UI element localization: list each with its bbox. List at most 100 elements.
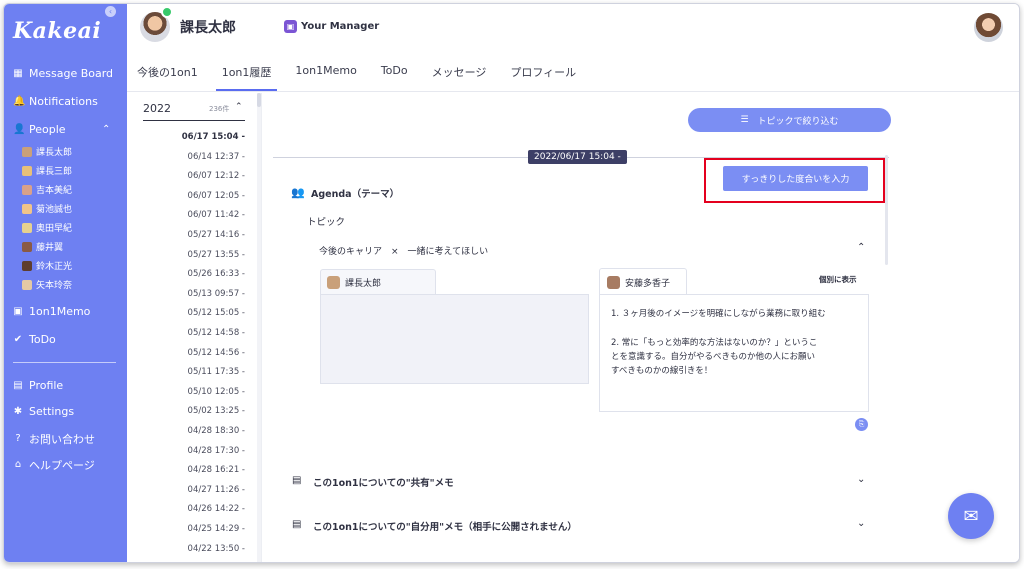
history-date-item[interactable]: 05/02 13:25 - [188,406,245,416]
history-date-item[interactable]: 06/07 12:05 - [188,191,245,201]
history-date-item[interactable]: 06/07 12:12 - [188,171,245,181]
account-avatar[interactable] [974,13,1003,42]
history-date-item[interactable]: 04/28 16:21 - [188,465,245,475]
nav-1on1memo[interactable]: ▣ 1on1Memo [13,305,90,318]
note-icon: ▤ [292,519,302,530]
history-date-item[interactable]: 04/28 17:30 - [188,446,245,456]
tab-profile[interactable]: プロフィール [510,60,576,91]
date-list-scrollbar[interactable] [257,93,261,562]
people-item[interactable]: 課長三郎 [22,164,72,177]
year-label[interactable]: 2022 [143,102,171,115]
tab-1on1-history[interactable]: 1on1履歴 [215,60,278,91]
owner-name: 安藤多香子 [625,279,671,289]
chat-button[interactable]: ✉ [948,493,994,539]
history-date-item[interactable]: 06/17 15:04 - [182,132,245,142]
bell-icon: 🔔 [13,95,26,107]
show-individually-link[interactable]: 個別に表示 [819,274,857,285]
person-icon: 👤 [13,123,26,135]
memo-text-line: 2. 常に「もっと効率的な方法はないのか？」というこ [611,338,818,348]
nav-label: ToDo [29,333,56,346]
history-date-item[interactable]: 05/26 16:33 - [188,269,245,279]
history-date-item[interactable]: 05/12 14:56 - [188,348,245,358]
history-date-item[interactable]: 04/26 14:22 - [188,504,245,514]
enter-clarity-button[interactable]: すっきりした度合いを入力 [723,166,868,191]
history-date-item[interactable]: 04/28 18:30 - [188,426,245,436]
person-name: 矢本玲奈 [36,281,73,291]
tab-messages[interactable]: メッセージ [432,60,487,91]
member-memo-owner: 課長太郎 [327,276,381,289]
chevron-down-icon[interactable]: ⌄ [857,474,865,485]
person-name: 藤井翼 [36,243,64,253]
sidebar-divider [13,362,116,363]
chevron-down-icon[interactable]: ⌄ [857,518,865,529]
history-date-item[interactable]: 05/13 09:57 - [188,289,245,299]
person-name: 鈴木正光 [36,262,73,272]
people-item[interactable]: 鈴木正光 [22,259,72,272]
avatar [22,222,32,233]
avatar [327,276,340,289]
memo-text-line: すべきものかの線引きを！ [611,366,713,376]
history-date-item[interactable]: 05/12 14:58 - [188,328,245,338]
history-date-item[interactable]: 04/22 13:50 - [188,544,245,554]
kakeai-logo[interactable]: Kakeai [13,18,101,44]
history-date-item[interactable]: 06/14 12:37 - [188,152,245,162]
history-date-list: 2022 236件 ⌃ 06/17 15:04 - 06/14 12:37 - 06… [127,93,262,562]
date-list-scroll-thumb[interactable] [257,93,261,107]
avatar [22,184,32,195]
nav-todo[interactable]: ✔ ToDo [13,333,56,346]
tab-1on1memo[interactable]: 1on1Memo [295,60,356,91]
nav-settings[interactable]: ✱ Settings [13,405,74,418]
people-item[interactable]: 奥田早紀 [22,221,72,234]
online-status-icon [161,6,173,18]
tab-todo[interactable]: ToDo [381,60,408,91]
nav-help[interactable]: ⌂ ヘルプページ [13,457,95,473]
header: 課長太郎 ▣ Your Manager 今後の1on1 1on1履歴 1on1M… [127,4,1019,92]
history-date-item[interactable]: 05/11 17:35 - [188,367,245,377]
history-date-item[interactable]: 05/12 15:05 - [188,308,245,318]
nav-message-board[interactable]: ▦ Message Board [13,67,113,80]
sidebar: Kakeai ‹ ▦ Message Board 🔔 Notifications… [4,4,127,562]
collapse-sidebar-icon[interactable]: ‹ [105,6,116,17]
chat-icon: ✉ [963,505,979,527]
history-date-item[interactable]: 05/10 12:05 - [188,387,245,397]
graduation-cap-icon: ⌂ [14,459,22,470]
people-item[interactable]: 課長太郎 [22,145,72,158]
agenda-title: Agenda（テーマ） [311,189,400,200]
nav-contact[interactable]: ? お問い合わせ [13,431,95,447]
year-divider [143,120,245,121]
chevron-up-icon[interactable]: ⌃ [102,124,110,135]
history-date-item[interactable]: 04/27 11:26 - [188,485,245,495]
memo-text-line: とを意識する。自分がやるべきものか他の人にお願い [611,352,816,362]
history-date-item[interactable]: 04/25 14:29 - [188,524,245,534]
avatar [22,146,32,157]
chevron-up-icon[interactable]: ⌃ [857,242,865,253]
avatar [22,279,32,290]
gear-icon: ✱ [13,405,23,417]
people-item[interactable]: 矢本玲奈 [22,278,72,291]
nav-label: People [29,123,66,136]
attachment-icon[interactable]: ⎘ [855,418,868,431]
tab-bar: 今後の1on1 1on1履歴 1on1Memo ToDo メッセージ プロフィー… [137,60,600,91]
content-scrollbar[interactable] [885,155,888,265]
nav-people[interactable]: 👤 People [13,123,66,136]
shared-memo-title[interactable]: この1on1についての"共有"メモ [313,475,454,489]
person-name: 菊池誠也 [36,205,73,215]
memo-icon: ▣ [13,305,23,317]
nav-label: ヘルプページ [29,459,95,472]
people-item[interactable]: 菊池誠也 [22,202,72,215]
nav-profile[interactable]: ▤ Profile [13,379,63,392]
people-item[interactable]: 藤井翼 [22,240,63,253]
history-date-item[interactable]: 05/27 14:16 - [188,230,245,240]
filter-by-topic-button[interactable]: ☰ トピックで絞り込む [688,108,891,132]
nav-notifications[interactable]: 🔔 Notifications [13,95,98,108]
tab-upcoming-1on1[interactable]: 今後の1on1 [137,60,198,91]
history-date-item[interactable]: 06/07 11:42 - [188,210,245,220]
people-item[interactable]: 吉本美紀 [22,183,72,196]
topic-text[interactable]: 今後のキャリア × 一緒に考えてほしい [319,244,488,257]
chevron-up-icon[interactable]: ⌃ [235,102,243,112]
nav-label: Settings [29,405,75,418]
nav-label: Message Board [29,67,114,80]
history-date-item[interactable]: 05/27 13:55 - [188,250,245,260]
private-memo-title[interactable]: この1on1についての"自分用"メモ（相手に公開されません） [313,519,577,533]
nav-label: お問い合わせ [29,433,95,446]
